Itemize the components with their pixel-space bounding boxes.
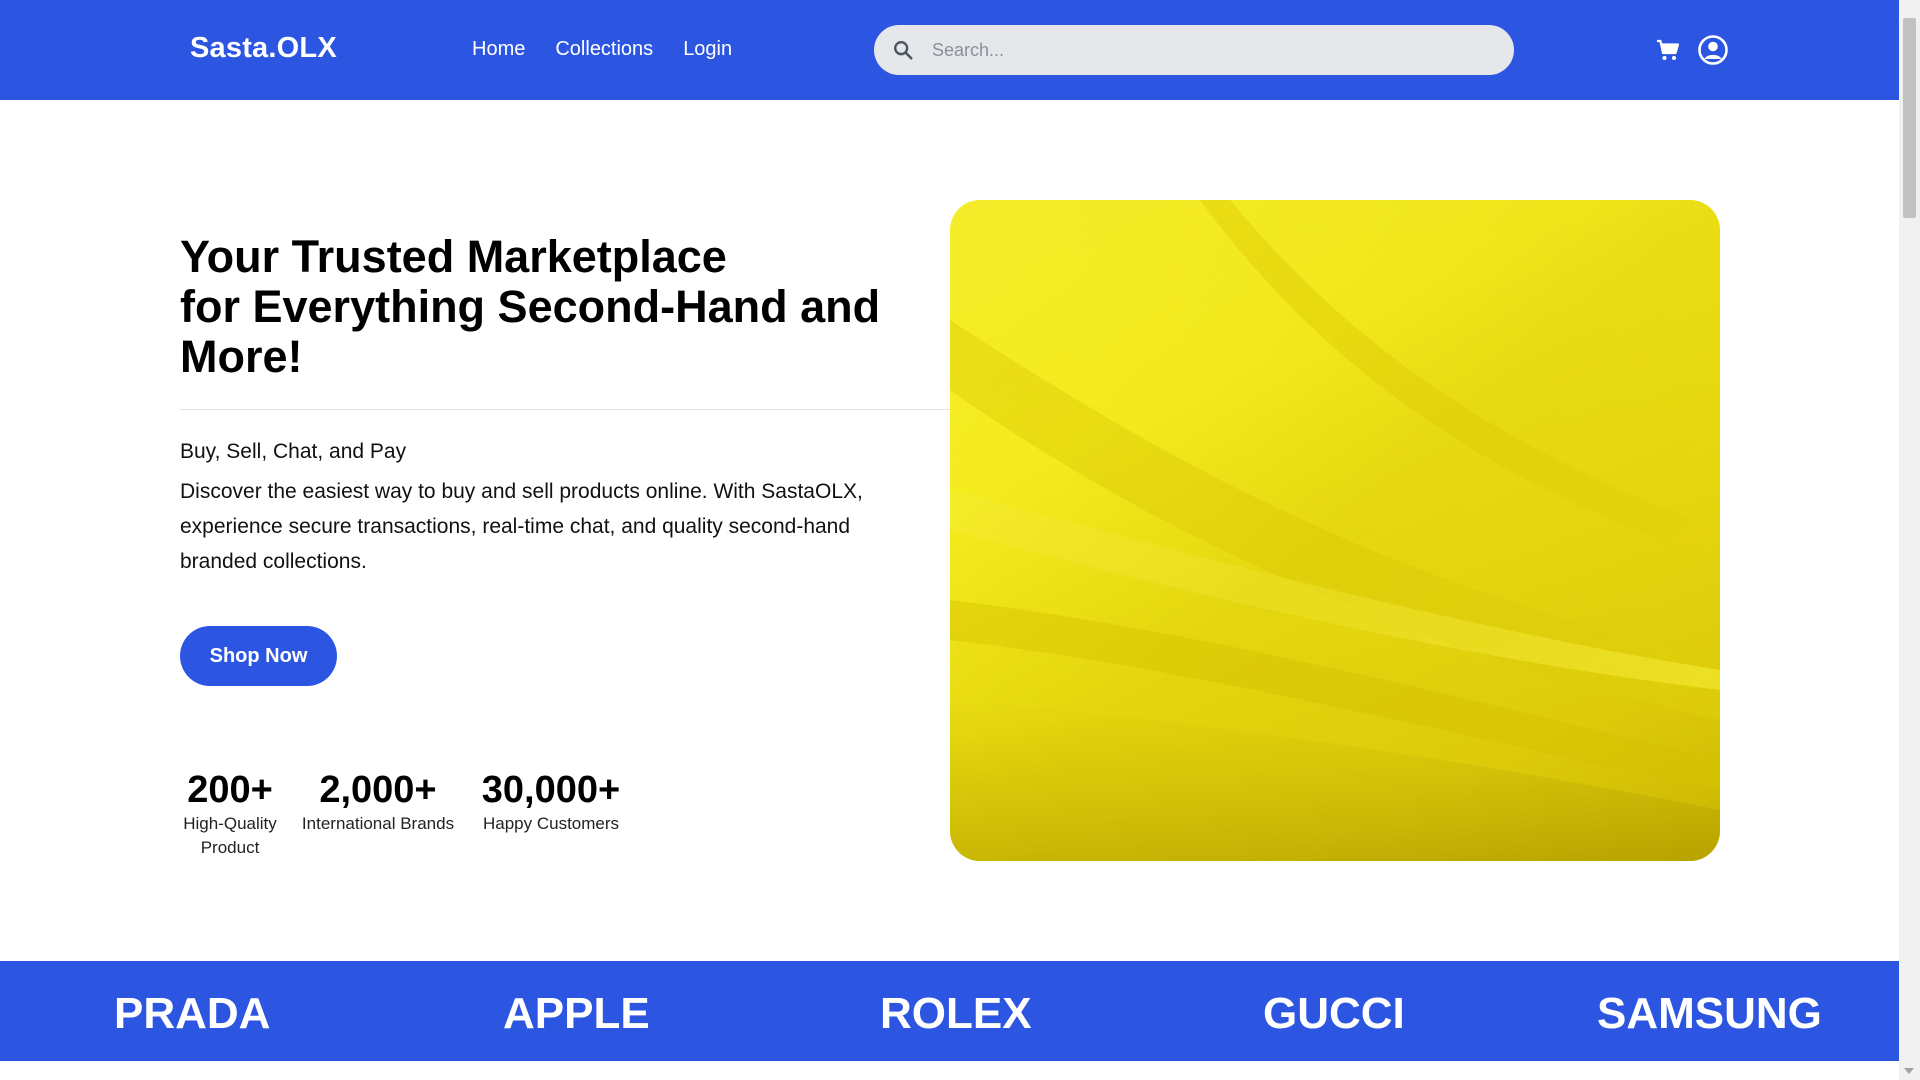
- search-box: [874, 25, 1514, 75]
- hero-stats: 200+ High-Quality Product 2,000+ Interna…: [180, 768, 626, 860]
- hero-tagline: Buy, Sell, Chat, and Pay: [180, 440, 407, 463]
- stat-label: Happy Customers: [482, 814, 620, 833]
- brand-samsung[interactable]: SAMSUNG: [1597, 989, 1822, 1039]
- brand-logo[interactable]: Sasta.OLX: [190, 32, 337, 65]
- scroll-down-arrow-icon[interactable]: [1904, 1068, 1914, 1074]
- search-input[interactable]: [932, 25, 1492, 75]
- page-scrollbar[interactable]: [1899, 0, 1920, 1080]
- stat-value: 2,000+: [319, 769, 437, 811]
- hero-title-line-2: for Everything Second-Hand and: [180, 281, 881, 332]
- nav-link-login[interactable]: Login: [683, 38, 732, 61]
- shop-now-button[interactable]: Shop Now: [180, 626, 337, 686]
- nav-link-collections[interactable]: Collections: [555, 38, 653, 61]
- fabric-folds: [950, 200, 1720, 861]
- navbar: Sasta.OLX Home Collections Login: [0, 0, 1899, 100]
- hero-title-line-1: Your Trusted Marketplace: [180, 231, 727, 282]
- scrollbar-thumb[interactable]: [1903, 18, 1916, 218]
- user-circle-icon[interactable]: [1697, 34, 1729, 66]
- stat-label: International Brands: [301, 814, 455, 833]
- nav-link-home[interactable]: Home: [472, 38, 525, 61]
- stat-value: 30,000+: [481, 769, 621, 811]
- brand-gucci[interactable]: GUCCI: [1263, 989, 1405, 1039]
- hero-divider: [180, 409, 950, 410]
- brand-apple[interactable]: APPLE: [503, 989, 650, 1039]
- hero-description: Discover the easiest way to buy and sell…: [180, 480, 863, 573]
- stat-products: 200+ High-Quality Product: [180, 768, 280, 860]
- stat-value: 200+: [187, 769, 273, 811]
- brand-rolex[interactable]: ROLEX: [880, 989, 1032, 1039]
- stat-customers: 30,000+ Happy Customers: [476, 768, 626, 860]
- stat-label: High-Quality Product: [183, 814, 277, 857]
- cart-icon[interactable]: [1656, 38, 1680, 62]
- search-icon: [894, 41, 913, 60]
- stat-brands: 2,000+ International Brands: [300, 768, 456, 860]
- hero-title: Your Trusted Marketplace for Everything …: [180, 232, 940, 382]
- brand-strip: PRADA APPLE ROLEX GUCCI SAMSUNG: [0, 961, 1899, 1061]
- hero-title-line-3: More!: [180, 331, 303, 382]
- brand-prada[interactable]: PRADA: [114, 989, 270, 1039]
- nav-links: Home Collections Login: [472, 38, 732, 61]
- hero-image-yellow-fabric: [950, 200, 1720, 861]
